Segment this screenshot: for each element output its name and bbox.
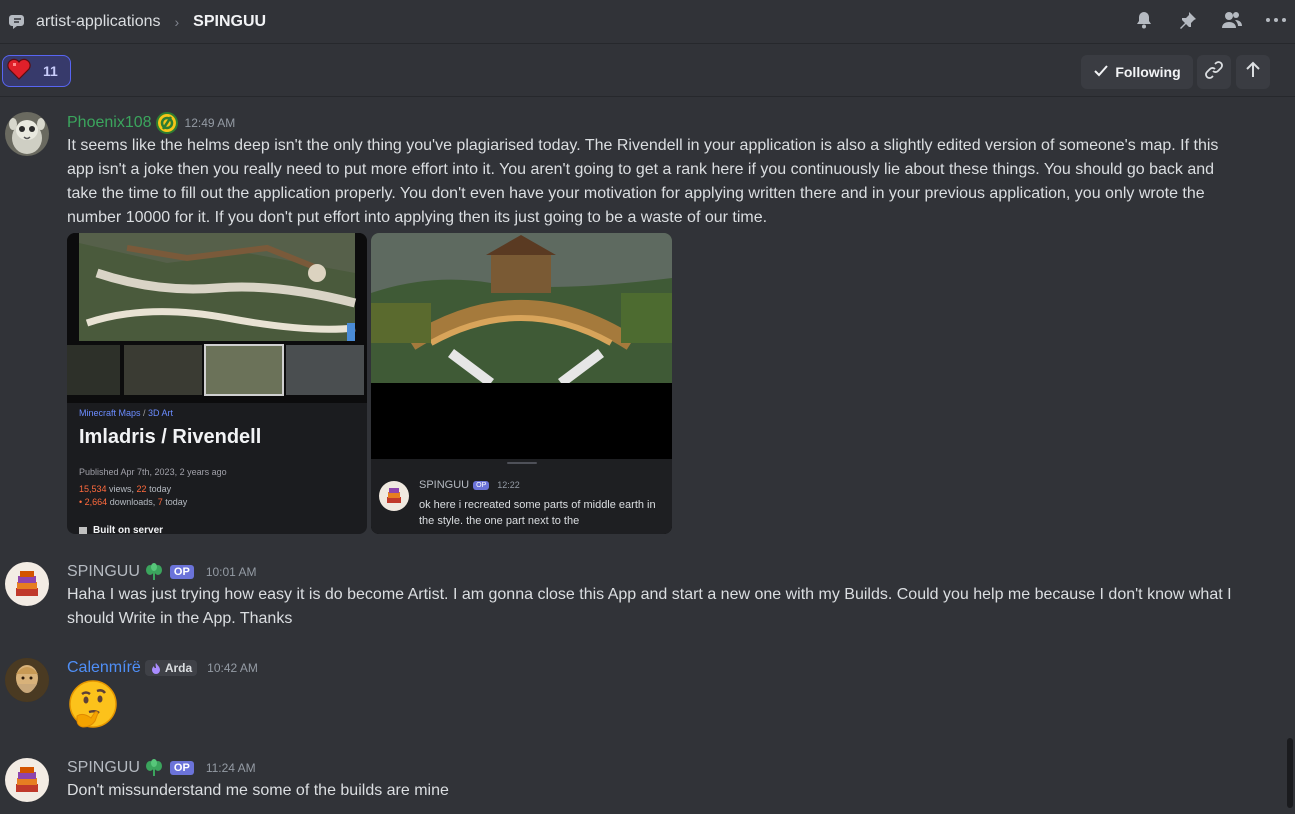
flame-icon [150, 662, 162, 674]
username[interactable]: Phoenix108 [67, 114, 152, 132]
username[interactable]: SPINGUU [67, 563, 140, 581]
following-label: Following [1115, 64, 1181, 80]
members-icon[interactable] [1221, 8, 1243, 32]
thread-subbar: 11 Following [0, 45, 1295, 97]
scrollbar-thumb[interactable] [1287, 738, 1293, 808]
post-author: SPINGUU [419, 479, 470, 491]
views-count: 15,534 [79, 484, 107, 494]
avatar[interactable] [5, 562, 49, 606]
map-downloads-line: • 2,664 downloads, 7 today [79, 497, 187, 507]
link-icon [1205, 60, 1223, 84]
views-today-label: today [146, 484, 172, 494]
map-category-link: Minecraft Maps [79, 408, 141, 418]
downloads-count: 2,664 [84, 497, 108, 507]
reaction-count: 11 [43, 63, 58, 79]
arrow-up-icon [1245, 61, 1261, 84]
forum-thread-icon [8, 12, 28, 32]
leaf-badge-icon [144, 562, 164, 582]
bell-icon[interactable] [1133, 8, 1155, 32]
server-icon [79, 526, 87, 534]
copy-link-button[interactable] [1197, 55, 1231, 89]
more-options-icon[interactable] [1265, 8, 1287, 32]
message-spinguu-1: SPINGUU OP 10:01 AM Haha I was just tryi… [0, 560, 1280, 632]
map-screenshot [67, 233, 367, 403]
built-on-label: Built on server [93, 525, 164, 534]
role-tag: Arda [144, 660, 198, 676]
timestamp: 10:42 AM [207, 661, 258, 675]
drag-handle [507, 462, 537, 464]
breadcrumb-thread: SPINGUU [193, 12, 267, 30]
username[interactable]: Calenmírë [67, 659, 141, 677]
post-time: 12:22 [497, 480, 520, 490]
message-spinguu-2: SPINGUU OP 11:24 AM Don't missunderstand… [0, 756, 1280, 806]
avatar[interactable] [5, 112, 49, 156]
attachment-image-map-page[interactable]: Minecraft Maps / 3D Art Imladris / Riven… [67, 233, 367, 534]
breadcrumb-channel[interactable]: artist-applications [36, 13, 161, 31]
role-label: Arda [164, 661, 193, 675]
message-phoenix108: Phoenix108 12:49 AM It seems like the he… [0, 110, 1280, 540]
avatar[interactable] [5, 658, 49, 702]
thinking-face-emoji: 🤔 [67, 678, 119, 743]
message-text: Haha I was just trying how easy it is do… [67, 586, 1232, 627]
thinking-face-icon [69, 680, 117, 728]
post-text: ok here i recreated some parts of middle… [419, 499, 656, 527]
views-label: views, [106, 484, 137, 494]
message-text: Don't missunderstand me some of the buil… [67, 782, 449, 799]
username[interactable]: SPINGUU [67, 759, 140, 777]
timestamp: 10:01 AM [205, 565, 257, 579]
map-title: Imladris / Rivendell [79, 426, 262, 448]
post-op-badge: OP [473, 480, 490, 490]
avatar[interactable] [5, 758, 49, 802]
views-today: 22 [136, 484, 147, 494]
map-views-line: 15,534 views, 22 today [79, 484, 171, 494]
following-button[interactable]: Following [1081, 55, 1193, 89]
message-text: It seems like the helms deep isn't the o… [67, 137, 1219, 226]
breadcrumb-separator: › [174, 13, 180, 30]
downloads-label: downloads, [107, 497, 158, 507]
leaf-badge-icon [144, 758, 164, 778]
jump-to-top-button[interactable] [1236, 55, 1270, 89]
heart-icon [7, 58, 31, 85]
map-subcategory-link: 3D Art [148, 408, 174, 418]
attachment-image-discord-post[interactable]: SPINGUU OP 12:22 ok here i recreated som… [371, 233, 672, 534]
discord-post-preview: SPINGUU OP 12:22 ok here i recreated som… [371, 459, 672, 534]
checkmark-icon [1093, 64, 1109, 81]
category-separator: / [140, 408, 149, 418]
nitro-badge-icon [155, 111, 179, 135]
op-badge: OP [169, 565, 194, 579]
downloads-today-label: today [162, 497, 188, 507]
heart-reaction[interactable]: 11 [2, 55, 71, 87]
built-on-server-line: Built on server [79, 525, 163, 534]
pin-icon[interactable] [1177, 8, 1199, 32]
thread-header: artist-applications › SPINGUU [0, 0, 1295, 44]
timestamp: 11:24 AM [205, 761, 256, 775]
post-avatar [379, 481, 409, 511]
message-calenmire: Calenmírë Arda 10:42 AM 🤔 [0, 656, 1280, 736]
op-badge: OP [169, 761, 194, 775]
map-published-date: Published Apr 7th, 2023, 2 years ago [79, 467, 227, 477]
build-screenshot [371, 233, 672, 383]
timestamp: 12:49 AM [184, 116, 236, 130]
